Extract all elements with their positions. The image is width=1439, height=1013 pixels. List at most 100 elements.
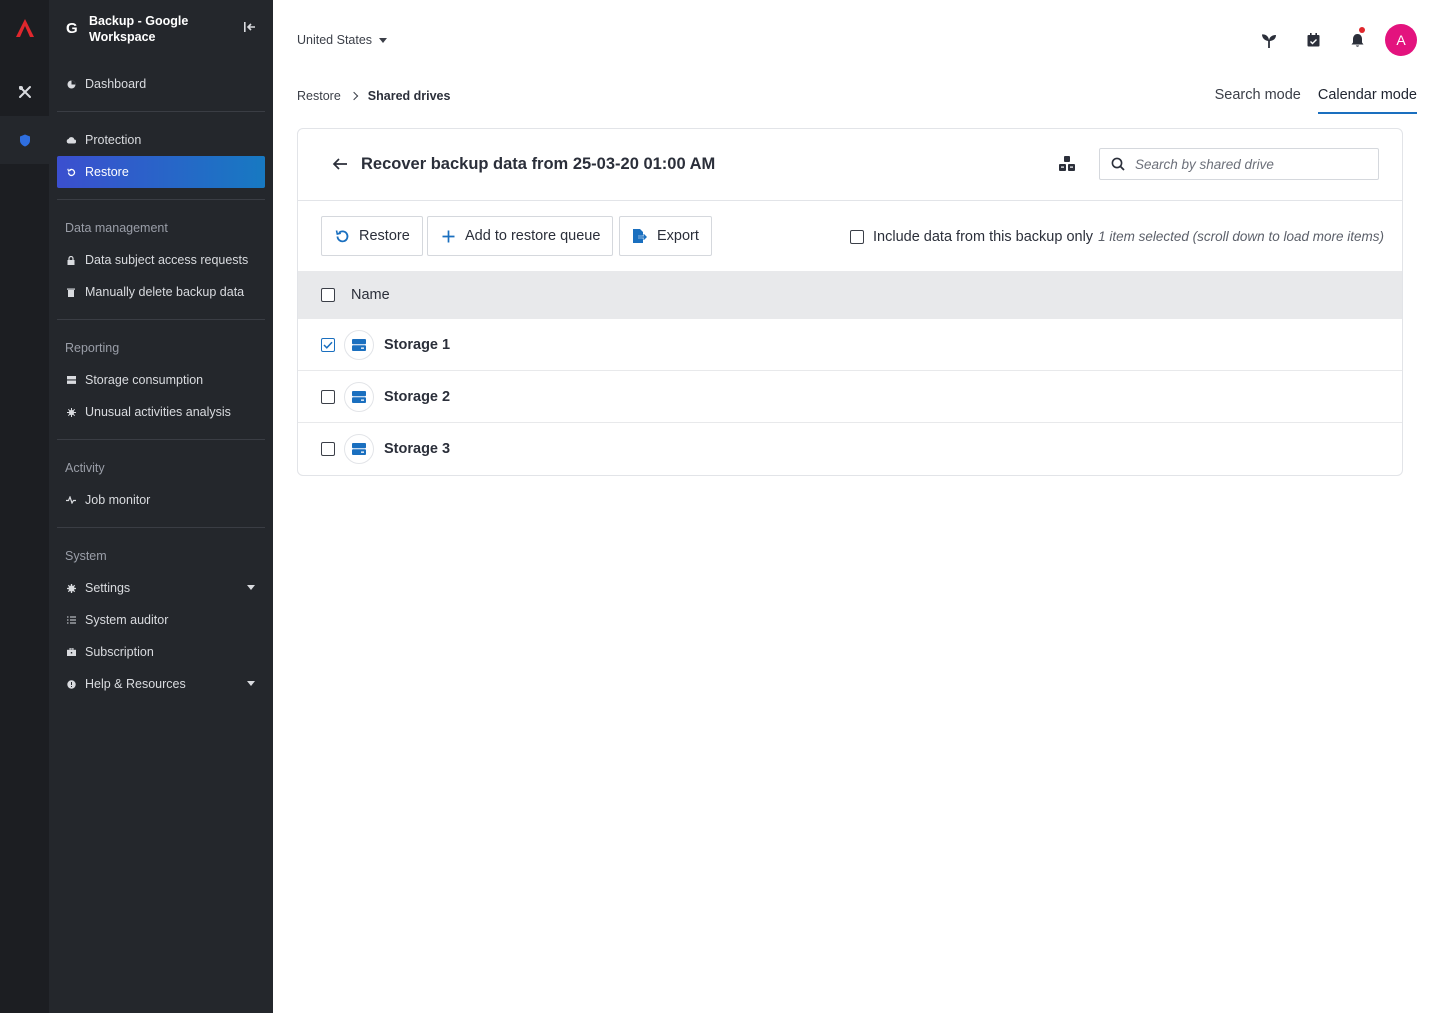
recover-card: Recover backup data from 25-03-20 01:00 … [297, 128, 1403, 476]
page-title: Recover backup data from 25-03-20 01:00 … [361, 155, 716, 173]
sprout-button[interactable] [1253, 24, 1285, 56]
checkmark-icon [323, 341, 333, 349]
rail-protection-button[interactable] [0, 116, 49, 164]
restore-button-label: Restore [359, 228, 410, 244]
tab-search-mode[interactable]: Search mode [1215, 80, 1301, 114]
restore-icon [66, 167, 76, 177]
collapse-sidebar-icon[interactable] [243, 20, 257, 34]
header-actions: A [1241, 24, 1417, 56]
sprout-icon [1262, 33, 1276, 48]
add-to-restore-queue-button[interactable]: Add to restore queue [427, 216, 614, 256]
search-input[interactable] [1135, 156, 1365, 172]
app-title: Backup - Google Workspace [89, 14, 189, 44]
trash-icon [66, 287, 76, 297]
sidebar-item-label: System auditor [85, 613, 169, 627]
row-checkbox[interactable] [321, 442, 335, 456]
chevron-down-icon [379, 37, 388, 43]
restore-button[interactable]: Restore [321, 216, 423, 256]
sidebar: G Backup - Google Workspace Dashboard Pr… [49, 0, 273, 1013]
restore-icon [334, 228, 350, 244]
plus-icon [440, 228, 456, 244]
region-label: United States [297, 33, 373, 47]
column-header-name[interactable]: Name [351, 287, 390, 303]
drives-view-icon[interactable] [1058, 155, 1076, 173]
sidebar-item-dsar[interactable]: Data subject access requests [57, 244, 265, 276]
lock-icon [66, 255, 76, 265]
table-row[interactable]: Storage 2 [298, 371, 1402, 423]
include-backup-only-label: Include data from this backup only [873, 229, 1094, 245]
select-all-checkbox[interactable] [321, 288, 335, 302]
sidebar-item-unusual-activities[interactable]: Unusual activities analysis [57, 396, 265, 428]
sidebar-item-label: Storage consumption [85, 373, 204, 387]
section-data-management: Data management [65, 221, 168, 235]
breadcrumb-restore-link[interactable]: Restore [297, 89, 341, 103]
sidebar-item-label: Settings [85, 581, 131, 595]
sidebar-item-subscription[interactable]: Subscription [57, 636, 265, 668]
sidebar-item-job-monitor[interactable]: Job monitor [57, 484, 265, 516]
calendar-icon [1307, 33, 1319, 47]
sidebar-item-label: Subscription [85, 645, 154, 659]
shared-drive-icon [344, 434, 374, 464]
sidebar-divider [57, 319, 265, 320]
sidebar-item-protection[interactable]: Protection [57, 124, 265, 156]
toolbar: Restore Add to restore queue Export Incl… [298, 201, 1402, 271]
sidebar-divider [57, 199, 265, 200]
sidebar-item-label: Protection [85, 133, 142, 147]
search-icon [1111, 157, 1125, 171]
chevron-down-icon[interactable] [247, 585, 255, 590]
region-selector[interactable]: United States [297, 33, 388, 47]
gear-icon [66, 583, 76, 593]
selection-info: 1 item selected (scroll down to load mor… [1098, 229, 1384, 244]
sidebar-divider [57, 111, 265, 112]
calendar-button[interactable] [1297, 24, 1329, 56]
main-content: United States A Restore Shared drives Se… [273, 0, 1439, 1013]
include-backup-only-option[interactable]: Include data from this backup only [850, 229, 1093, 245]
shared-drive-icon [344, 381, 374, 412]
table-row[interactable]: Storage 3 [298, 423, 1402, 475]
sidebar-item-label: Data subject access requests [85, 253, 249, 267]
avatar[interactable]: A [1385, 24, 1417, 56]
export-button[interactable]: Export [619, 216, 712, 256]
row-name: Storage 2 [384, 388, 451, 405]
mode-tabs: Search mode Calendar mode [1198, 80, 1417, 114]
sidebar-item-manual-delete[interactable]: Manually delete backup data [57, 276, 265, 308]
table-header: Name [298, 271, 1402, 319]
sidebar-item-storage-consumption[interactable]: Storage consumption [57, 364, 265, 396]
export-icon [632, 228, 648, 244]
section-activity: Activity [65, 461, 105, 475]
include-backup-only-checkbox[interactable] [850, 230, 864, 244]
table-row[interactable]: Storage 1 [298, 319, 1402, 371]
section-system: System [65, 549, 107, 563]
tab-calendar-mode[interactable]: Calendar mode [1317, 80, 1417, 114]
row-checkbox[interactable] [321, 389, 335, 404]
breadcrumb-current: Shared drives [367, 89, 451, 103]
sidebar-item-help[interactable]: Help & Resources [57, 668, 265, 700]
app-rail [0, 0, 49, 1013]
sidebar-item-label: Unusual activities analysis [85, 405, 231, 419]
sidebar-item-dashboard[interactable]: Dashboard [57, 68, 265, 100]
dashboard-icon [66, 79, 76, 89]
export-label: Export [657, 228, 699, 244]
search-field[interactable] [1099, 148, 1379, 180]
storage-icon [66, 375, 76, 385]
sidebar-item-label: Manually delete backup data [85, 285, 245, 299]
row-checkbox[interactable] [321, 337, 335, 352]
sidebar-item-label: Restore [85, 165, 129, 179]
section-reporting: Reporting [65, 341, 120, 355]
sidebar-item-system-auditor[interactable]: System auditor [57, 604, 265, 636]
sidebar-item-restore[interactable]: Restore [57, 156, 265, 188]
notification-dot [1359, 27, 1365, 33]
sidebar-header: G Backup - Google Workspace [49, 0, 273, 70]
add-queue-label: Add to restore queue [465, 228, 601, 244]
bell-icon [1351, 33, 1363, 47]
arrow-left-icon[interactable] [332, 157, 348, 171]
rail-tools-button[interactable] [0, 68, 49, 116]
sidebar-item-settings[interactable]: Settings [57, 572, 265, 604]
row-name: Storage 3 [384, 441, 451, 457]
shield-icon [19, 134, 30, 146]
chevron-down-icon[interactable] [247, 681, 255, 686]
sidebar-item-label: Dashboard [85, 77, 147, 91]
acronis-logo-icon[interactable] [14, 18, 36, 38]
notifications-button[interactable] [1341, 24, 1373, 56]
chevron-right-icon [349, 91, 359, 101]
